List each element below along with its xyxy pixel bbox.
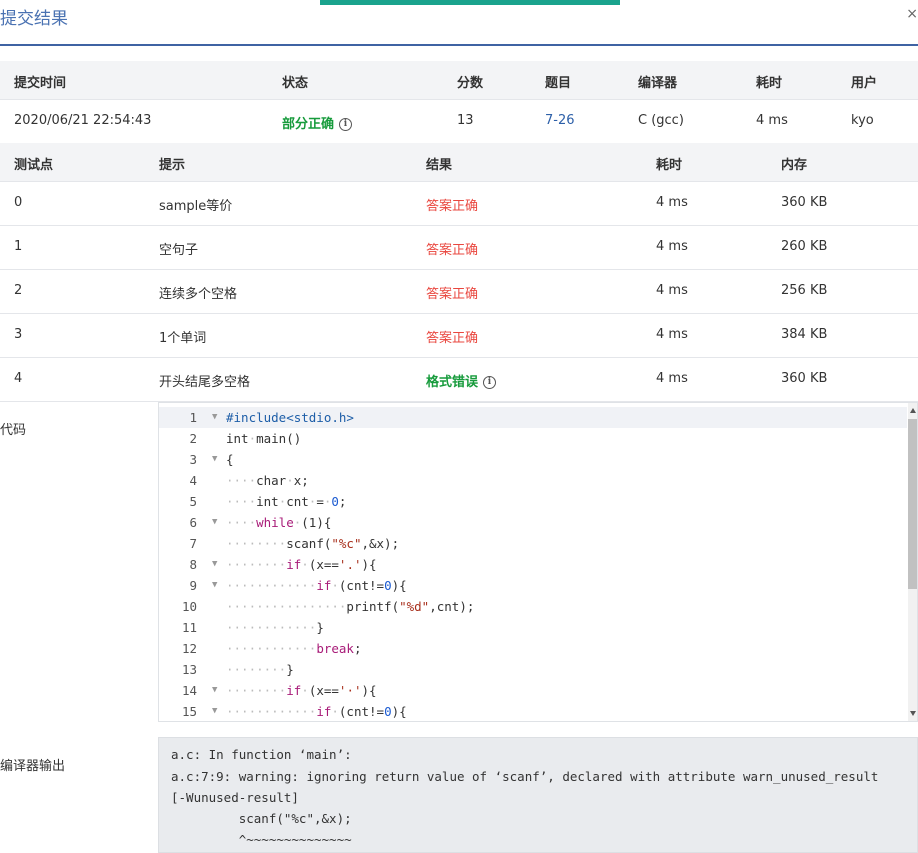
compiler-output-box: a.c: In function ‘main’: a.c:7:9: warnin… bbox=[158, 737, 918, 853]
code-line: 13 ········} bbox=[181, 662, 294, 677]
col-hint: 提示 bbox=[159, 158, 186, 173]
code-line: 12 ············break; bbox=[181, 641, 362, 656]
code-line: 11 ············} bbox=[181, 620, 324, 635]
dialog-title: 提交结果 bbox=[0, 9, 68, 29]
test-memory: 384 KB bbox=[781, 327, 828, 342]
test-id: 2 bbox=[14, 283, 23, 298]
close-icon[interactable]: × bbox=[906, 6, 918, 22]
test-hint: 1个单词 bbox=[159, 331, 207, 346]
tests-table-header: 测试点 提示 结果 耗时 内存 bbox=[0, 143, 918, 182]
fold-arrow-icon[interactable]: ▼ bbox=[212, 512, 217, 533]
code-editor[interactable]: 1 ▼ #include<stdio.h> 2 int·main() 3 ▼{ 4 ···… bbox=[158, 402, 918, 722]
test-hint: sample等价 bbox=[159, 199, 233, 214]
test-time: 4 ms bbox=[656, 371, 688, 386]
code-line: 3 ▼{ bbox=[159, 449, 907, 470]
test-memory: 360 KB bbox=[781, 371, 828, 386]
scroll-up-icon[interactable] bbox=[910, 408, 916, 413]
fold-arrow-icon[interactable]: ▼ bbox=[212, 575, 217, 596]
fold-arrow-icon[interactable]: ▼ bbox=[212, 701, 217, 721]
code-line: 5 ····int·cnt·=·0; bbox=[189, 494, 347, 509]
test-result: 答案正确 bbox=[426, 331, 479, 346]
test-result: 格式错误 bbox=[426, 375, 479, 390]
test-time: 4 ms bbox=[656, 283, 688, 298]
compiler: C (gcc) bbox=[638, 113, 684, 128]
test-result: 答案正确 bbox=[426, 287, 479, 302]
elapsed: 4 ms bbox=[756, 113, 788, 128]
col-result: 结果 bbox=[426, 158, 453, 173]
score: 13 bbox=[457, 113, 474, 128]
test-memory: 256 KB bbox=[781, 283, 828, 298]
code-line: 15 ▼ ············if·(cnt!=0){ bbox=[159, 701, 907, 721]
table-row: 0 sample等价 答案正确 4 ms 360 KB bbox=[0, 181, 918, 226]
code-line: 1 ▼ #include<stdio.h> bbox=[159, 407, 907, 428]
col-submit-time: 提交时间 bbox=[14, 76, 67, 91]
col-memory: 内存 bbox=[781, 158, 808, 173]
test-id: 0 bbox=[14, 195, 23, 210]
output-line: [-Wunused-result] bbox=[171, 790, 299, 805]
col-elapsed: 耗时 bbox=[756, 76, 783, 91]
output-line: scanf("%c",&x); bbox=[171, 811, 352, 826]
test-id: 1 bbox=[14, 239, 23, 254]
table-row: 2 连续多个空格 答案正确 4 ms 256 KB bbox=[0, 269, 918, 314]
info-icon[interactable]: i bbox=[339, 118, 353, 131]
test-id: 4 bbox=[14, 371, 23, 386]
col-problem: 题目 bbox=[545, 76, 572, 91]
test-result-badge: 格式错误 i bbox=[426, 371, 497, 390]
test-time: 4 ms bbox=[656, 239, 688, 254]
code-label: 代码 bbox=[0, 423, 27, 438]
output-line: a.c:7:9: warning: ignoring return value … bbox=[171, 769, 879, 784]
code-line: 8 ▼ ········if·(x=='.'){ bbox=[159, 554, 907, 575]
test-id: 3 bbox=[14, 327, 23, 342]
problem-link[interactable]: 7-26 bbox=[545, 113, 575, 128]
code-line: 6 ▼ ····while·(1){ bbox=[159, 512, 907, 533]
code-line: 4 ····char·x; bbox=[189, 473, 309, 488]
table-row: 3 1个单词 答案正确 4 ms 384 KB bbox=[0, 313, 918, 358]
code-line: 10 ················printf("%d",cnt); bbox=[181, 599, 475, 614]
test-result: 答案正确 bbox=[426, 199, 479, 214]
code-line: 14 ▼ ········if·(x=='·'){ bbox=[159, 680, 907, 701]
test-hint: 开头结尾多空格 bbox=[159, 375, 251, 390]
status-text: 部分正确 bbox=[282, 117, 335, 132]
compiler-output-label: 编译器输出 bbox=[0, 759, 66, 774]
output-line: a.c: In function ‘main’: bbox=[171, 747, 352, 762]
info-icon[interactable]: i bbox=[483, 376, 497, 389]
test-time: 4 ms bbox=[656, 327, 688, 342]
col-time: 耗时 bbox=[656, 158, 683, 173]
scroll-down-icon[interactable] bbox=[910, 711, 916, 716]
code-line: 7 ········scanf("%c",&x); bbox=[189, 536, 400, 551]
status-badge: 部分正确 i bbox=[282, 113, 353, 132]
test-memory: 360 KB bbox=[781, 195, 828, 210]
submission-row: 2020/06/21 22:54:43 部分正确 i 13 7-26 C (gcc… bbox=[0, 99, 918, 144]
fold-arrow-icon[interactable]: ▼ bbox=[212, 449, 217, 470]
col-user: 用户 bbox=[851, 76, 878, 91]
code-scrollbar[interactable] bbox=[908, 403, 917, 721]
test-result: 答案正确 bbox=[426, 243, 479, 258]
submit-time: 2020/06/21 22:54:43 bbox=[14, 113, 152, 128]
test-memory: 260 KB bbox=[781, 239, 828, 254]
fold-arrow-icon[interactable]: ▼ bbox=[212, 407, 217, 428]
submission-table-header: 提交时间 状态 分数 题目 编译器 耗时 用户 bbox=[0, 61, 918, 100]
col-test-id: 测试点 bbox=[14, 158, 54, 173]
test-hint: 空句子 bbox=[159, 243, 199, 258]
col-compiler: 编译器 bbox=[638, 76, 678, 91]
table-row: 4 开头结尾多空格 格式错误 i 4 ms 360 KB bbox=[0, 357, 918, 402]
code-line: 9 ▼ ············if·(cnt!=0){ bbox=[159, 575, 907, 596]
output-line: ^~~~~~~~~~~~~~~ bbox=[171, 832, 352, 847]
col-status: 状态 bbox=[282, 76, 309, 91]
col-score: 分数 bbox=[457, 76, 484, 91]
table-row: 1 空句子 答案正确 4 ms 260 KB bbox=[0, 225, 918, 270]
fold-arrow-icon[interactable]: ▼ bbox=[212, 680, 217, 701]
test-time: 4 ms bbox=[656, 195, 688, 210]
scrollbar-thumb[interactable] bbox=[908, 419, 917, 589]
user: kyo bbox=[851, 113, 874, 128]
code-line: 2 int·main() bbox=[189, 431, 302, 446]
fold-arrow-icon[interactable]: ▼ bbox=[212, 554, 217, 575]
test-hint: 连续多个空格 bbox=[159, 287, 238, 302]
dialog-header: 提交结果 × bbox=[0, 0, 918, 46]
